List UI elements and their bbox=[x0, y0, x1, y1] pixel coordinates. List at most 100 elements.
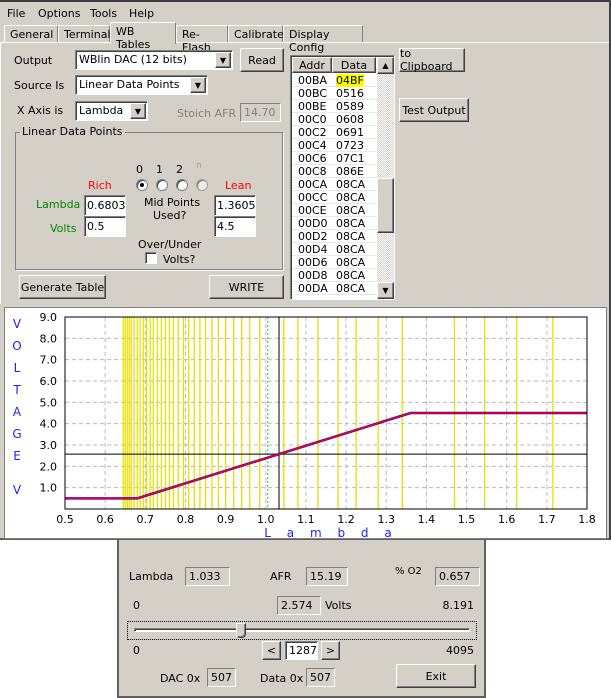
x-tick-label: 1.3 bbox=[377, 513, 395, 526]
chevron-down-icon[interactable]: ▼ bbox=[130, 103, 146, 119]
volts-value: 2.574 bbox=[277, 596, 321, 615]
lean-volts-input[interactable]: 4.5 bbox=[214, 216, 256, 237]
y-tick-label: 2.0 bbox=[40, 460, 58, 473]
tab-general[interactable]: General bbox=[4, 25, 58, 43]
chevron-down-icon[interactable]: ▼ bbox=[215, 52, 231, 68]
exit-button[interactable]: Exit bbox=[396, 664, 476, 688]
lambda-label: Lambda bbox=[36, 198, 81, 211]
addr-cell: 00D0 bbox=[298, 217, 328, 230]
mid-radio-1[interactable] bbox=[156, 179, 168, 191]
over-under-checkbox[interactable] bbox=[145, 252, 157, 264]
dac-slider[interactable] bbox=[127, 621, 477, 640]
y-axis-label: VOLTAGEV bbox=[12, 317, 22, 497]
xaxis-select[interactable]: Lambda ▼ bbox=[75, 101, 148, 121]
tab-display-config[interactable]: Display Config bbox=[283, 25, 363, 54]
generate-table-button[interactable]: Generate Table bbox=[19, 275, 106, 299]
test-output-button[interactable]: Test Output bbox=[399, 98, 469, 122]
addr-cell: 00CA bbox=[298, 178, 328, 191]
y-tick-label: 9.0 bbox=[40, 311, 58, 324]
menu-options[interactable]: Options bbox=[38, 7, 80, 20]
x-tick-label: 1.6 bbox=[498, 513, 516, 526]
data-cell: 04BF bbox=[336, 74, 364, 87]
table-row[interactable]: 00BC 0516 bbox=[292, 87, 380, 100]
table-scrollbar[interactable]: ▲ ▼ bbox=[377, 57, 394, 299]
table-row[interactable]: 00D4 08CA bbox=[292, 243, 380, 256]
x-tick-label: 0.5 bbox=[56, 513, 74, 526]
lean-lambda-input[interactable]: 1.3605 bbox=[214, 195, 256, 216]
dac-value-input[interactable]: 1287 bbox=[285, 641, 318, 660]
data-cell: 0691 bbox=[336, 126, 364, 139]
addr-cell: 00C8 bbox=[298, 165, 327, 178]
chevron-down-icon[interactable]: ▼ bbox=[190, 77, 206, 93]
scroll-thumb[interactable] bbox=[377, 178, 394, 233]
x-tick-label: 1.7 bbox=[538, 513, 556, 526]
mid-radio-0[interactable] bbox=[136, 179, 148, 191]
read-button[interactable]: Read bbox=[240, 48, 284, 72]
table-row[interactable]: 00CA 08CA bbox=[292, 178, 380, 191]
tab-re-flash[interactable]: Re-Flash bbox=[176, 25, 228, 54]
to-clipboard-button[interactable]: to Clipboard bbox=[399, 47, 465, 73]
data-cell: 08CA bbox=[336, 230, 366, 243]
table-row[interactable]: 00CE 08CA bbox=[292, 204, 380, 217]
table-row[interactable]: 00BE 0589 bbox=[292, 100, 380, 113]
source-value: Linear Data Points bbox=[79, 78, 180, 91]
menu-tools[interactable]: Tools bbox=[90, 7, 117, 20]
addr-cell: 00D6 bbox=[298, 256, 328, 269]
menu-help[interactable]: Help bbox=[129, 7, 154, 20]
mid-option-2-label: 2 bbox=[176, 163, 183, 176]
table-row[interactable]: 00CC 08CA bbox=[292, 191, 380, 204]
rich-lambda-input[interactable]: 0.6803 bbox=[84, 195, 126, 216]
table-row[interactable]: 00D8 08CA bbox=[292, 269, 380, 282]
volts-label: Volts bbox=[50, 222, 77, 235]
addr-cell: 00DA bbox=[298, 282, 328, 295]
dac-hex-label: DAC 0x bbox=[160, 672, 201, 685]
data-cell: 08CA bbox=[336, 178, 366, 191]
x-tick-label: 0.7 bbox=[137, 513, 155, 526]
rich-volts-input[interactable]: 0.5 bbox=[84, 216, 126, 237]
table-row[interactable]: 00C2 0691 bbox=[292, 126, 380, 139]
scroll-down-icon[interactable]: ▼ bbox=[377, 282, 394, 299]
menu-file[interactable]: File bbox=[7, 7, 25, 20]
decrement-button[interactable]: < bbox=[262, 641, 281, 660]
tab-wb-tables[interactable]: WB Tables bbox=[110, 22, 176, 51]
tab-calibrate[interactable]: Calibrate bbox=[228, 25, 284, 43]
table-row[interactable]: 00C8 086E bbox=[292, 165, 380, 178]
source-select[interactable]: Linear Data Points ▼ bbox=[75, 75, 208, 95]
output-select[interactable]: WBlin DAC (12 bits) ▼ bbox=[75, 50, 233, 70]
table-row[interactable]: 00D6 08CA bbox=[292, 256, 380, 269]
addr-cell: 00CE bbox=[298, 204, 327, 217]
table-row[interactable]: 00BA 04BF bbox=[292, 74, 380, 87]
addr-cell: 00D8 bbox=[298, 269, 328, 282]
mid-radio-2[interactable] bbox=[176, 179, 188, 191]
data-cell: 08CA bbox=[336, 256, 366, 269]
y-tick-label: 6.0 bbox=[40, 375, 58, 388]
table-row[interactable]: 00C0 0608 bbox=[292, 113, 380, 126]
table-row[interactable]: 00C6 07C1 bbox=[292, 152, 380, 165]
table-row[interactable]: 00C4 0723 bbox=[292, 139, 380, 152]
table-row[interactable]: 00D0 08CA bbox=[292, 217, 380, 230]
data-cell: 08CA bbox=[336, 282, 366, 295]
x-tick-label: 0.6 bbox=[96, 513, 114, 526]
addr-cell: 00D2 bbox=[298, 230, 328, 243]
column-header-data[interactable]: Data bbox=[332, 57, 376, 73]
column-header-addr[interactable]: Addr bbox=[292, 57, 332, 73]
slider-thumb[interactable] bbox=[235, 623, 246, 638]
afr-label: AFR bbox=[270, 570, 292, 583]
addr-cell: 00C0 bbox=[298, 113, 327, 126]
dac-hex-value: 507 bbox=[207, 668, 236, 687]
mid-option-0-label: 0 bbox=[136, 163, 143, 176]
scroll-up-icon[interactable]: ▲ bbox=[377, 57, 394, 74]
chart-panel: 0.5 0.6 0.7 0.8 0.9 1.0 1.1 1.2 1.3 1.4 1.5 1.6 1.7 1… bbox=[4, 307, 607, 540]
output-label: Output bbox=[14, 54, 53, 67]
x-tick-label: 0.8 bbox=[177, 513, 195, 526]
tab-terminal[interactable]: Terminal bbox=[58, 25, 111, 43]
data-cell: 0608 bbox=[336, 113, 364, 126]
table-row[interactable]: 00DA 08CA bbox=[292, 282, 380, 295]
write-button[interactable]: WRITE bbox=[209, 275, 284, 299]
increment-button[interactable]: > bbox=[321, 641, 340, 660]
table-row[interactable]: 00D2 08CA bbox=[292, 230, 380, 243]
mid-points-label: Mid Points bbox=[144, 196, 201, 209]
xaxis-label: X Axis is bbox=[17, 104, 64, 117]
data-cell: 08CA bbox=[336, 243, 366, 256]
addr-cell: 00C4 bbox=[298, 139, 327, 152]
